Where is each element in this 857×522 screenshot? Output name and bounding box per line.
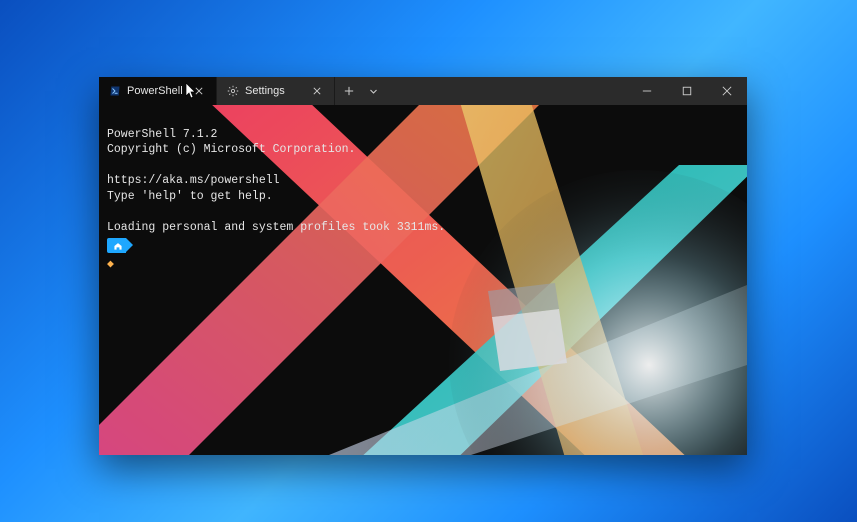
tab-label: Settings [245,85,304,97]
tab-powershell[interactable]: PowerShell [99,77,217,105]
tab-settings[interactable]: Settings [217,77,335,105]
titlebar-drag-region[interactable] [383,77,627,105]
minimize-button[interactable] [627,77,667,105]
home-icon [107,238,126,253]
maximize-button[interactable] [667,77,707,105]
close-icon[interactable] [310,84,324,98]
output-line: PowerShell 7.1.2 [107,128,217,141]
titlebar: PowerShell Settings [99,77,747,105]
new-tab-button[interactable] [335,77,363,105]
powershell-icon [109,85,121,97]
tab-label: PowerShell [127,85,186,97]
output-line: Copyright (c) Microsoft Corporation. [107,143,355,156]
terminal-output: PowerShell 7.1.2 Copyright (c) Microsoft… [107,111,739,298]
cursor-icon: ◆ [107,257,115,267]
output-line: https://aka.ms/powershell [107,174,280,187]
output-line: Type 'help' to get help. [107,190,273,203]
close-icon[interactable] [192,84,206,98]
window-controls [627,77,747,105]
tab-dropdown-button[interactable] [363,77,383,105]
terminal-body[interactable]: PowerShell 7.1.2 Copyright (c) Microsoft… [99,105,747,455]
output-line: Loading personal and system profiles too… [107,221,445,234]
close-button[interactable] [707,77,747,105]
terminal-window: PowerShell Settings [99,77,747,455]
prompt [107,238,739,253]
gear-icon [227,85,239,97]
